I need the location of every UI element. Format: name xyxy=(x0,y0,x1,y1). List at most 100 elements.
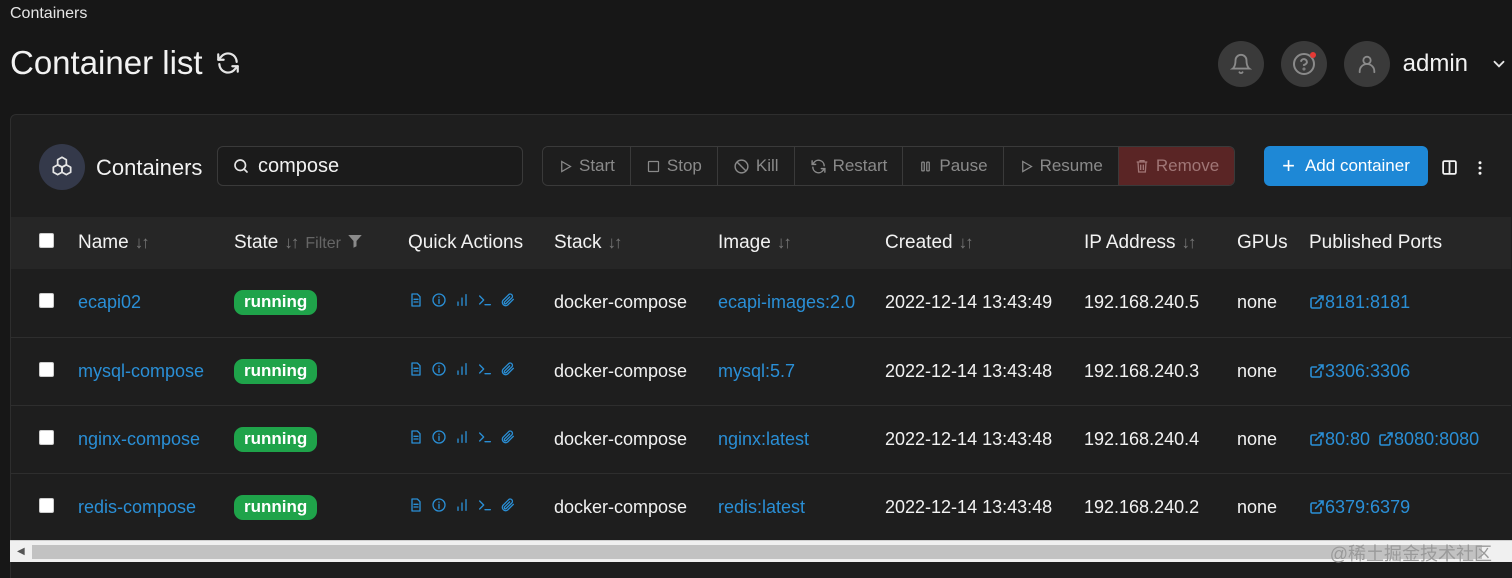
username[interactable]: admin xyxy=(1403,50,1468,78)
stack-cell: docker-compose xyxy=(554,496,688,517)
sort-icon[interactable]: ↓↑ xyxy=(959,233,974,252)
play-icon xyxy=(1021,159,1033,173)
port-link[interactable]: 8080:8080 xyxy=(1378,429,1479,449)
column-image[interactable]: Image ↓↑ xyxy=(718,217,885,269)
stats-icon[interactable] xyxy=(454,429,470,445)
pause-button[interactable]: Pause xyxy=(903,147,1004,185)
column-name[interactable]: Name ↓↑ xyxy=(78,217,234,269)
search-box[interactable] xyxy=(217,146,523,186)
row-checkbox[interactable] xyxy=(39,429,54,445)
inspect-icon[interactable] xyxy=(431,429,447,445)
container-name-link[interactable]: nginx-compose xyxy=(78,429,200,449)
image-link[interactable]: ecapi-images:2.0 xyxy=(718,292,855,312)
chevron-down-icon[interactable] xyxy=(1490,55,1508,73)
inspect-icon[interactable] xyxy=(431,497,447,513)
start-button[interactable]: Start xyxy=(543,147,631,185)
inspect-icon[interactable] xyxy=(431,361,447,377)
quick-actions xyxy=(408,429,516,445)
user-icon xyxy=(1358,55,1375,74)
add-container-label: Add container xyxy=(1304,156,1410,175)
column-ip[interactable]: IP Address ↓↑ xyxy=(1084,217,1237,269)
image-link[interactable]: nginx:latest xyxy=(718,429,809,449)
status-badge: running xyxy=(234,426,318,452)
container-name-link[interactable]: mysql-compose xyxy=(78,361,204,381)
logs-icon[interactable] xyxy=(408,361,424,377)
sort-icon[interactable]: ↓↑ xyxy=(608,233,623,252)
logs-icon[interactable] xyxy=(408,292,424,308)
ports-cell: 6379:6379 xyxy=(1309,473,1511,541)
start-label: Start xyxy=(579,156,615,175)
remove-button[interactable]: Remove xyxy=(1118,147,1235,185)
search-input[interactable] xyxy=(258,154,498,178)
panel-title: Containers xyxy=(96,155,203,180)
resume-button[interactable]: Resume xyxy=(1003,147,1119,185)
add-container-button[interactable]: + Add container xyxy=(1264,146,1428,186)
sort-icon[interactable]: ↓↑ xyxy=(777,233,792,252)
sort-icon[interactable]: ↓↑ xyxy=(135,233,150,252)
kill-button[interactable]: Kill xyxy=(717,147,795,185)
gpus-cell: none xyxy=(1237,428,1278,449)
port-value: 80:80 xyxy=(1325,428,1371,449)
gpus-cell: none xyxy=(1237,360,1278,381)
filter-icon[interactable] xyxy=(346,232,364,250)
sort-icon[interactable]: ↓↑ xyxy=(284,233,299,252)
image-link[interactable]: redis:latest xyxy=(718,497,805,517)
console-icon[interactable] xyxy=(477,361,493,377)
filter-label[interactable]: Filter xyxy=(305,235,341,252)
play-icon xyxy=(561,159,572,173)
table-row: redis-compose running docker-compose red… xyxy=(11,473,1511,541)
row-checkbox[interactable] xyxy=(39,497,54,513)
container-name-link[interactable]: redis-compose xyxy=(78,497,196,517)
plus-icon: + xyxy=(1282,153,1295,178)
column-state-label: State xyxy=(234,232,279,253)
column-stack[interactable]: Stack ↓↑ xyxy=(554,217,718,269)
resume-label: Resume xyxy=(1039,156,1103,175)
scrollbar-thumb[interactable] xyxy=(32,545,1482,559)
console-icon[interactable] xyxy=(477,429,493,445)
action-button-group: Start Stop Kill Restart Pause Resume Rem… xyxy=(542,146,1236,186)
containers-table: Name ↓↑ State ↓↑ Filter Quick Actions Stack… xyxy=(11,217,1511,542)
attach-icon[interactable] xyxy=(500,497,516,513)
stats-icon[interactable] xyxy=(454,292,470,308)
more-vertical-icon[interactable] xyxy=(1477,159,1483,177)
logs-icon[interactable] xyxy=(408,429,424,445)
status-badge: running xyxy=(234,494,318,520)
stats-icon[interactable] xyxy=(454,497,470,513)
inspect-icon[interactable] xyxy=(431,292,447,308)
avatar[interactable] xyxy=(1343,41,1390,87)
stop-button[interactable]: Stop xyxy=(630,147,718,185)
horizontal-scrollbar[interactable]: ◀ xyxy=(10,540,1512,562)
kill-label: Kill xyxy=(755,156,779,175)
console-icon[interactable] xyxy=(477,497,493,513)
port-link[interactable]: 6379:6379 xyxy=(1309,497,1410,517)
row-checkbox[interactable] xyxy=(39,293,54,309)
quick-actions xyxy=(408,292,516,308)
column-created[interactable]: Created ↓↑ xyxy=(885,217,1084,269)
refresh-icon[interactable] xyxy=(215,50,241,76)
container-name-link[interactable]: ecapi02 xyxy=(78,292,141,312)
sort-icon[interactable]: ↓↑ xyxy=(1182,233,1197,252)
row-checkbox[interactable] xyxy=(39,361,54,377)
console-icon[interactable] xyxy=(477,292,493,308)
port-link[interactable]: 3306:3306 xyxy=(1309,361,1410,381)
breadcrumb[interactable]: Containers xyxy=(10,5,87,23)
image-link[interactable]: mysql:5.7 xyxy=(718,361,795,381)
restart-button[interactable]: Restart xyxy=(794,147,904,185)
notifications-button[interactable] xyxy=(1217,41,1264,87)
column-state[interactable]: State ↓↑ Filter xyxy=(234,217,408,269)
created-cell: 2022-12-14 13:43:48 xyxy=(885,496,1053,517)
attach-icon[interactable] xyxy=(500,292,516,308)
logs-icon[interactable] xyxy=(408,497,424,513)
attach-icon[interactable] xyxy=(500,429,516,445)
scroll-left-icon[interactable]: ◀ xyxy=(17,546,25,557)
column-stack-label: Stack xyxy=(554,232,602,253)
columns-icon[interactable] xyxy=(1441,159,1458,176)
port-link[interactable]: 80:80 xyxy=(1309,429,1370,449)
stats-icon[interactable] xyxy=(454,361,470,377)
port-link[interactable]: 8181:8181 xyxy=(1309,292,1410,312)
select-all-checkbox[interactable] xyxy=(39,233,54,248)
external-link-icon xyxy=(1310,363,1324,378)
help-button[interactable] xyxy=(1280,41,1327,87)
restart-icon xyxy=(810,159,826,173)
attach-icon[interactable] xyxy=(500,361,516,377)
